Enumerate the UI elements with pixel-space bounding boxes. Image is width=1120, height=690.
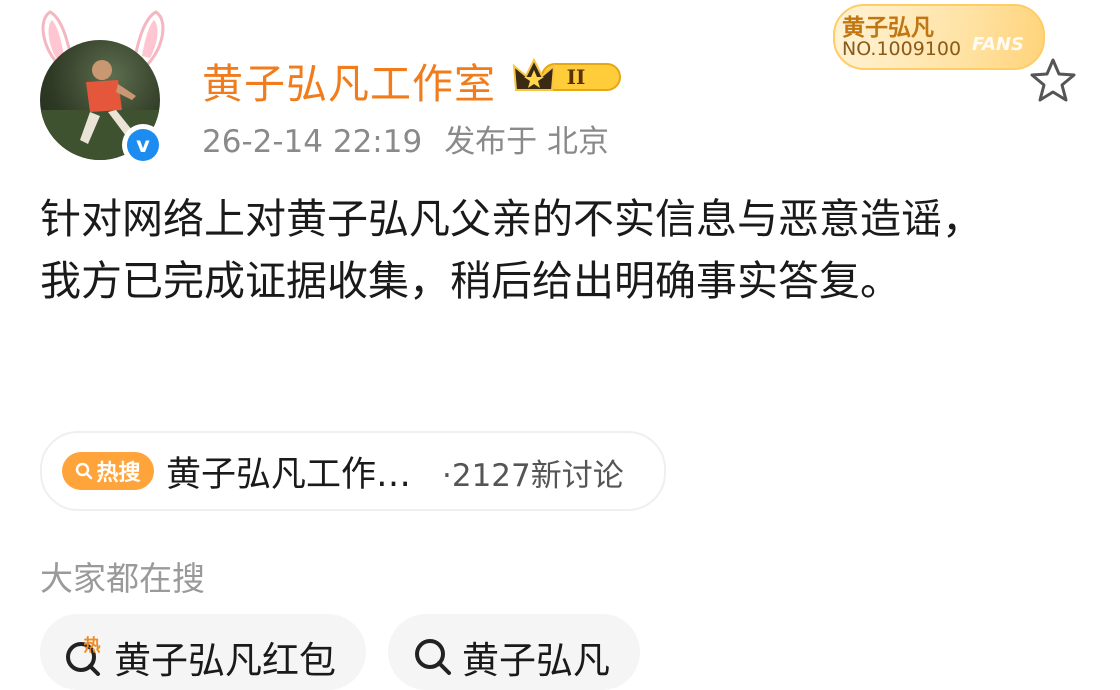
fans-card-name: 黄子弘凡 [842, 15, 934, 41]
hot-search-tag-label: 热搜 [96, 461, 141, 486]
related-search-title: 大家都在搜 [40, 559, 205, 598]
badge-level: II [567, 65, 586, 89]
related-search-label: 黄子弘凡红包 [114, 639, 336, 682]
related-search-label: 黄子弘凡 [462, 639, 610, 682]
verified-icon: v [122, 124, 164, 166]
post-meta: 26-2-14 22:19 发布于 北京 [202, 116, 609, 161]
search-icon [76, 462, 93, 480]
hot-mark: 热 [84, 635, 101, 656]
star-icon[interactable] [1028, 56, 1078, 106]
fans-card-number: NO.1009100 [842, 38, 962, 60]
hot-search-tag: 热搜 [62, 452, 154, 490]
fans-card-label: FANS [972, 34, 1024, 55]
crown-badge-icon[interactable]: II [512, 56, 628, 96]
post-content: 针对网络上对黄子弘凡父亲的不实信息与恶意造谣，我方已完成证据收集，稍后给出明确事… [40, 195, 983, 305]
post-location: 发布于 北京 [444, 124, 610, 160]
search-icon: 热 [66, 635, 101, 676]
post-timestamp: 26-2-14 22:19 [202, 124, 423, 160]
hot-topic-count: ·2127新讨论 [442, 458, 624, 494]
hot-topic-title[interactable]: 黄子弘凡工作… [166, 446, 411, 497]
author-name[interactable]: 黄子弘凡工作室 [202, 50, 496, 110]
